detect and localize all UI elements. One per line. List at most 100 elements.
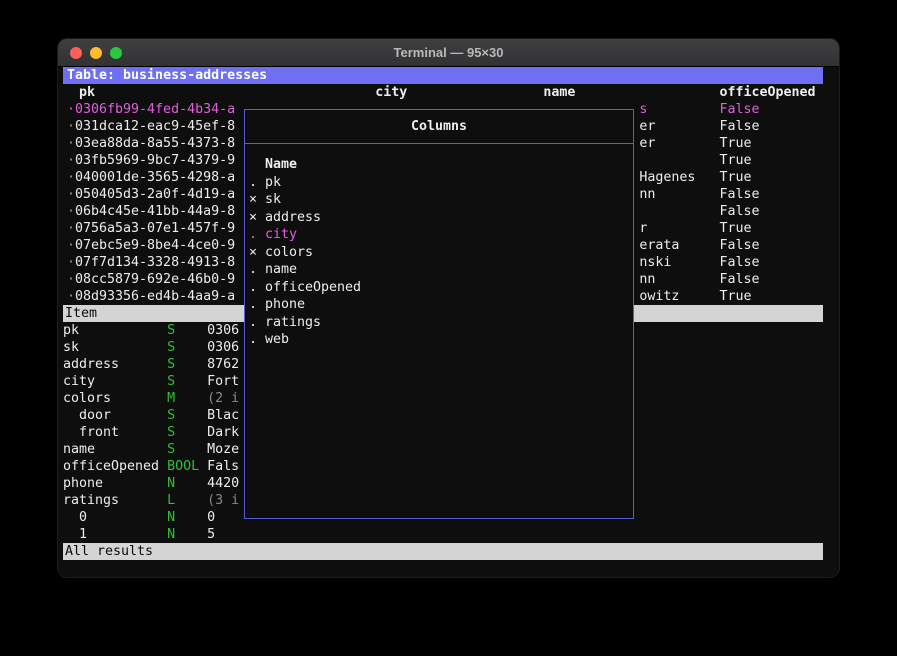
column-visibility-marker: × [249, 209, 265, 227]
column-visibility-marker: × [249, 244, 265, 262]
row-select-marker: · [67, 152, 75, 169]
cell-pk: 07f7d134-3328-4913-8 [75, 254, 235, 271]
columns-modal: Columns Name .pk ×sk ×address .city ×col… [244, 109, 634, 519]
terminal-content: Table: business-addresses pk city name o… [58, 67, 839, 578]
column-option-colors[interactable]: ×colors [249, 244, 633, 262]
column-option-label: ratings [265, 315, 321, 330]
item-attr-name: pk [63, 322, 79, 339]
desktop-background: Terminal — 95×30 Table: business-address… [0, 0, 897, 656]
column-option-label: city [265, 227, 297, 242]
item-attr-name: sk [63, 339, 79, 356]
column-option-officeopened[interactable]: .officeOpened [249, 279, 633, 297]
item-attr-value: 5 [207, 526, 215, 543]
item-attr-value: Blac [207, 407, 239, 424]
column-option-label: officeOpened [265, 280, 361, 295]
zoom-button[interactable] [110, 47, 122, 59]
item-attr-name: 1 [79, 526, 87, 543]
column-option-web[interactable]: .web [249, 331, 633, 349]
cell-office-opened: False [719, 203, 759, 220]
item-panel-title: Item [65, 305, 97, 322]
cell-office-opened: False [719, 254, 759, 271]
cell-office-opened: False [719, 237, 759, 254]
header-name: name [543, 84, 575, 101]
item-attr-name: city [63, 373, 95, 390]
row-select-marker: · [67, 271, 75, 288]
header-pk: pk [79, 84, 95, 101]
item-attr-name: phone [63, 475, 103, 492]
row-select-marker: · [67, 118, 75, 135]
close-button[interactable] [70, 47, 82, 59]
cell-name-fragment: nn [639, 271, 655, 288]
item-attr-type: N [167, 509, 175, 526]
item-attr-type: S [167, 424, 175, 441]
item-attr-name: door [79, 407, 111, 424]
terminal-window: Terminal — 95×30 Table: business-address… [57, 38, 840, 578]
cell-pk: 040001de-3565-4298-a [75, 169, 235, 186]
column-option-label: phone [265, 297, 305, 312]
header-city: city [375, 84, 407, 101]
minimize-button[interactable] [90, 47, 102, 59]
column-option-city[interactable]: .city [249, 226, 633, 244]
column-visibility-marker: × [249, 191, 265, 209]
table-title-bar: Table: business-addresses [63, 67, 823, 84]
cell-name-fragment: r [639, 220, 647, 237]
row-select-marker: · [67, 186, 75, 203]
cell-office-opened: True [719, 169, 751, 186]
item-attr-value: Dark [207, 424, 239, 441]
column-visibility-marker: . [249, 331, 265, 349]
cell-office-opened: False [719, 186, 759, 203]
cell-pk: 03ea88da-8a55-4373-8 [75, 135, 235, 152]
item-attr-value: Fort [207, 373, 239, 390]
item-attr-type: L [167, 492, 175, 509]
cell-pk: 08cc5879-692e-46b0-9 [75, 271, 235, 288]
item-attr-value: 0 [207, 509, 215, 526]
item-attr-value: (3 i [207, 492, 239, 509]
status-text: All results [65, 543, 153, 560]
row-select-marker: · [67, 254, 75, 271]
column-option-sk[interactable]: ×sk [249, 191, 633, 209]
item-attr-type: S [167, 339, 175, 356]
column-visibility-marker: . [249, 174, 265, 192]
window-titlebar[interactable]: Terminal — 95×30 [58, 39, 839, 67]
cell-office-opened: True [719, 135, 751, 152]
cell-name-fragment: nn [639, 186, 655, 203]
table-header-row: pk city name officeOpened [63, 84, 823, 101]
column-option-label: pk [265, 175, 281, 190]
cell-pk: 08d93356-ed4b-4aa9-a [75, 288, 235, 305]
column-option-name[interactable]: .name [249, 261, 633, 279]
column-option-label: address [265, 210, 321, 225]
column-option-ratings[interactable]: .ratings [249, 314, 633, 332]
column-visibility-marker: . [249, 226, 265, 244]
cell-name-fragment: nski [639, 254, 671, 271]
cell-name-fragment: Hagenes [639, 169, 695, 186]
table-title: Table: business-addresses [67, 67, 267, 84]
column-option-address[interactable]: ×address [249, 209, 633, 227]
row-select-marker: · [67, 203, 75, 220]
column-option-phone[interactable]: .phone [249, 296, 633, 314]
item-attr-name: address [63, 356, 119, 373]
item-attr-type: S [167, 373, 175, 390]
item-attr-name: 0 [79, 509, 87, 526]
item-attr-type: S [167, 441, 175, 458]
item-attr-type: N [167, 526, 175, 543]
column-visibility-marker: . [249, 261, 265, 279]
item-attr-name: ratings [63, 492, 119, 509]
column-visibility-marker: . [249, 279, 265, 297]
row-select-marker: · [67, 169, 75, 186]
row-select-marker: · [67, 237, 75, 254]
cell-office-opened: False [719, 118, 759, 135]
cell-name-fragment: er [639, 135, 655, 152]
row-select-marker: · [67, 220, 75, 237]
column-option-label: web [265, 332, 289, 347]
cell-name-fragment: owitz [639, 288, 679, 305]
column-option-pk[interactable]: .pk [249, 174, 633, 192]
item-attr-value: 0306 [207, 322, 239, 339]
item-attr-name: colors [63, 390, 111, 407]
row-select-marker: · [67, 288, 75, 305]
column-option-label: colors [265, 245, 313, 260]
cell-pk: 031dca12-eac9-45ef-8 [75, 118, 235, 135]
item-attr-name: name [63, 441, 95, 458]
cell-pk: 0756a5a3-07e1-457f-9 [75, 220, 235, 237]
item-attr-value: 4420 [207, 475, 239, 492]
item-attr-value: 0306 [207, 339, 239, 356]
